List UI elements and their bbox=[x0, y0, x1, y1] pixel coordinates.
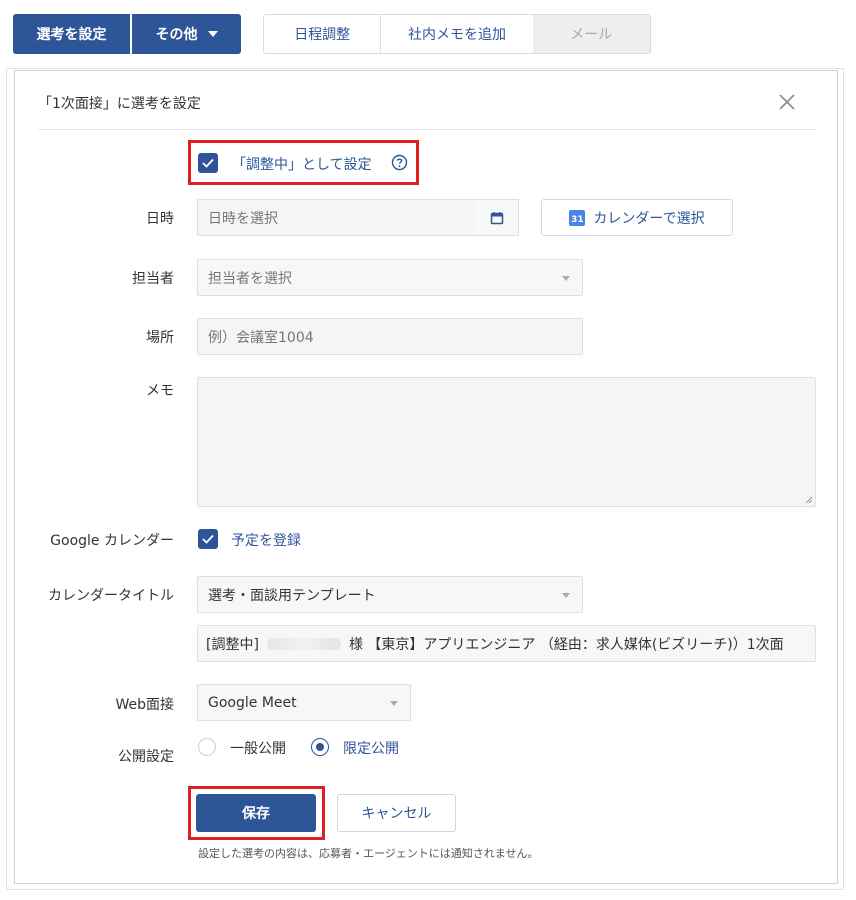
place-placeholder: 例）会議室1004 bbox=[208, 329, 314, 346]
notification-note: 設定した選考の内容は、応募者・エージェントには通知されません。 bbox=[198, 847, 539, 860]
caret-down-icon bbox=[207, 31, 218, 37]
calendar-title-suffix: 様 【東京】アプリエンジニア （経由：求人媒体(ビズリーチ)）1次面 bbox=[348, 636, 784, 653]
calendar-title-label: カレンダータイトル bbox=[48, 588, 174, 604]
calendar-title-prefix: [調整中] bbox=[206, 636, 259, 653]
calendar-icon bbox=[490, 211, 503, 224]
save-button-label: 保存 bbox=[242, 806, 270, 822]
mail-tab-label: メール bbox=[570, 27, 613, 43]
dropdown-arrow-icon bbox=[390, 700, 398, 706]
panel-divider bbox=[38, 129, 816, 130]
internal-memo-tab-label: 社内メモを追加 bbox=[408, 27, 506, 43]
redacted-name bbox=[266, 637, 341, 650]
place-label: 場所 bbox=[146, 330, 174, 346]
resize-handle-icon[interactable] bbox=[804, 495, 812, 503]
date-picker-button[interactable] bbox=[475, 199, 519, 236]
help-icon[interactable] bbox=[391, 154, 408, 171]
internal-memo-tab[interactable]: 社内メモを追加 bbox=[381, 15, 533, 53]
register-event-label: 予定を登録 bbox=[231, 533, 301, 549]
calendar-title-template-select[interactable]: 選考・面談用テンプレート bbox=[197, 576, 583, 613]
mail-tab[interactable]: メール bbox=[532, 15, 650, 53]
adjusting-checkbox[interactable] bbox=[198, 153, 218, 173]
memo-textarea[interactable] bbox=[197, 377, 816, 507]
dropdown-arrow-icon bbox=[562, 275, 570, 281]
web-interview-value: Google Meet bbox=[208, 694, 297, 711]
publish-limited-radio[interactable] bbox=[311, 738, 329, 756]
set-selection-label: 選考を設定 bbox=[36, 27, 107, 43]
calendar-select-button[interactable]: 31 カレンダーで選択 bbox=[541, 199, 733, 236]
calendar-title-template-value: 選考・面談用テンプレート bbox=[208, 587, 376, 604]
schedule-tab[interactable]: 日程調整 bbox=[264, 15, 382, 53]
datetime-placeholder: 日時を選択 bbox=[208, 210, 278, 227]
place-input[interactable]: 例）会議室1004 bbox=[197, 318, 583, 355]
close-icon[interactable] bbox=[777, 92, 797, 112]
calendar-title-input[interactable]: [調整中] 様 【東京】アプリエンジニア （経由：求人媒体(ビズリーチ)）1次面 bbox=[197, 625, 816, 662]
calendar-select-label: カレンダーで選択 bbox=[593, 210, 705, 227]
other-label: その他 bbox=[155, 27, 198, 43]
datetime-input[interactable]: 日時を選択 bbox=[197, 199, 476, 236]
check-icon bbox=[202, 158, 214, 168]
web-interview-select[interactable]: Google Meet bbox=[197, 684, 411, 721]
web-interview-label: Web面接 bbox=[115, 697, 174, 713]
owner-select[interactable]: 担当者を選択 bbox=[197, 259, 583, 296]
publish-setting-label: 公開設定 bbox=[118, 749, 174, 765]
owner-placeholder: 担当者を選択 bbox=[208, 270, 292, 287]
save-button[interactable]: 保存 bbox=[196, 794, 316, 832]
google-calendar-icon: 31 bbox=[569, 209, 586, 226]
dropdown-arrow-icon bbox=[562, 592, 570, 598]
memo-label: メモ bbox=[146, 383, 174, 399]
set-selection-button[interactable]: 選考を設定 bbox=[13, 14, 130, 54]
other-dropdown-button[interactable]: その他 bbox=[132, 14, 241, 54]
publish-general-label: 一般公開 bbox=[230, 741, 286, 757]
cancel-button-label: キャンセル bbox=[361, 806, 432, 822]
publish-limited-label: 限定公開 bbox=[343, 741, 399, 757]
check-icon bbox=[202, 534, 214, 544]
adjusting-checkbox-label: 「調整中」として設定 bbox=[232, 157, 372, 173]
google-calendar-label: Google カレンダー bbox=[50, 533, 174, 549]
publish-general-radio[interactable] bbox=[198, 738, 216, 756]
panel-title: 「1次面接」に選考を設定 bbox=[38, 96, 201, 112]
register-event-checkbox[interactable] bbox=[198, 529, 218, 549]
cancel-button[interactable]: キャンセル bbox=[337, 794, 456, 832]
datetime-label: 日時 bbox=[146, 211, 174, 227]
schedule-tab-label: 日程調整 bbox=[294, 27, 351, 43]
action-tabs: 日程調整 社内メモを追加 メール bbox=[263, 14, 651, 54]
owner-label: 担当者 bbox=[132, 271, 174, 287]
